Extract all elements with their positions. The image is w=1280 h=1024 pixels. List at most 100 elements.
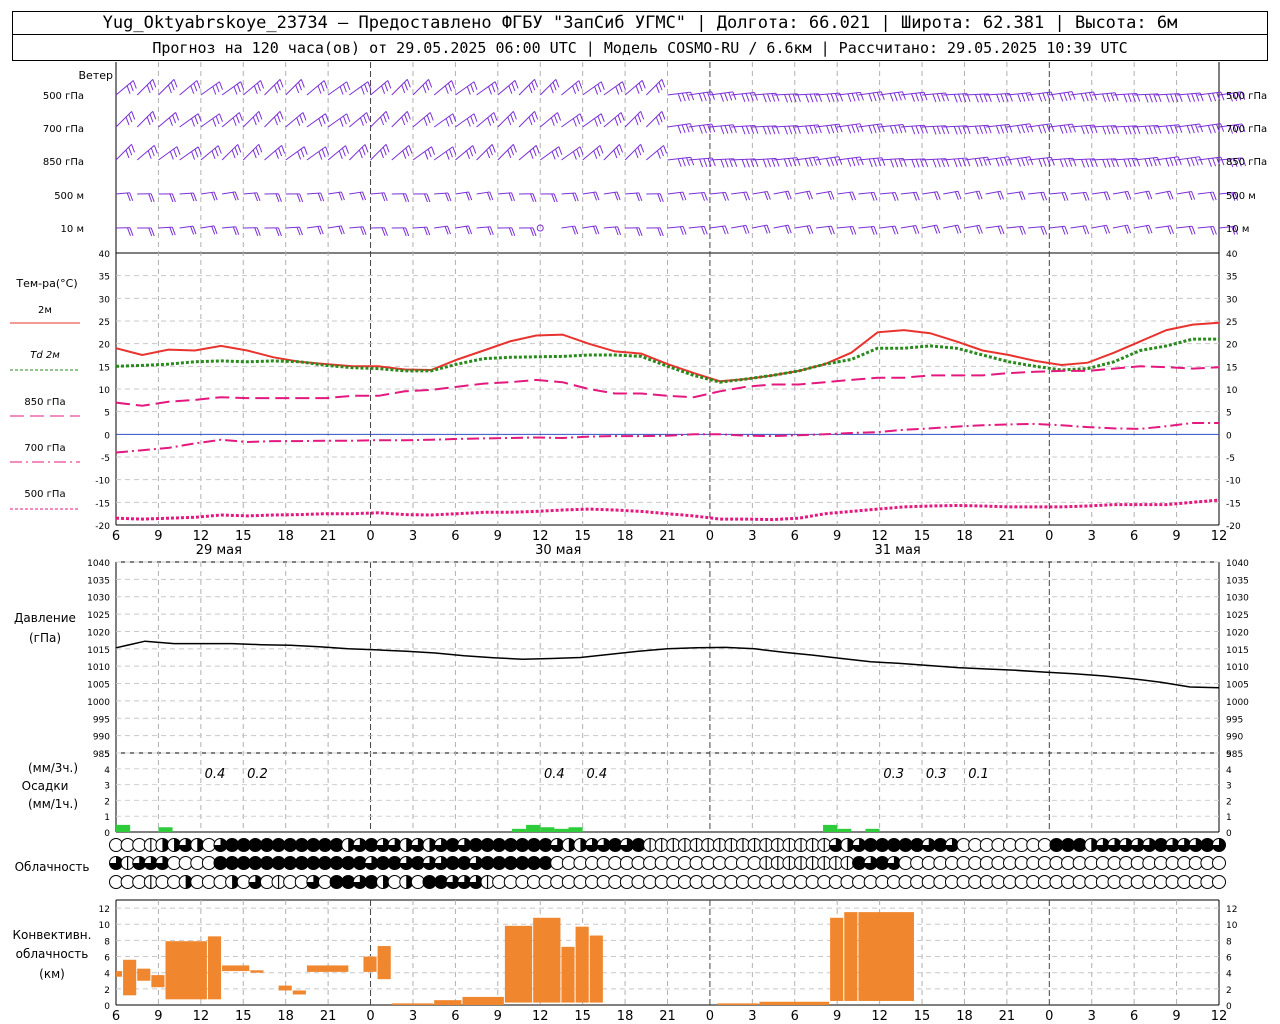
wind-barb-flag [260,80,265,89]
cloud-symbol [1142,856,1157,870]
wind-barb-flag [1085,125,1090,134]
wind-barb-flag [686,157,690,166]
wind-barb-shaft [179,80,198,96]
cloud-symbol [898,875,913,889]
wind-barb-flag [380,149,384,159]
cloud-symbol [120,838,135,852]
wind-barb-flag [1085,225,1090,234]
precip-tick-right: 0 [1226,829,1232,839]
wind-barb-flag [529,150,534,159]
cloud-symbol [666,875,681,889]
wind-level-label: 500 гПа [43,91,84,102]
wind-barb-shaft [306,113,326,128]
cloud-symbol [376,856,391,870]
precip-bar [865,828,880,832]
wind-barb-flag [364,83,369,93]
wind-barb-flag [838,123,843,133]
wind-barb-flag [978,190,983,200]
wind-barb-flag [677,158,682,167]
cloud-symbol [1049,875,1064,889]
wind-barb-flag [663,145,668,154]
conv-tick-right: 12 [1226,905,1237,915]
wind-barb-flag [724,125,729,134]
cloud-symbol [712,856,727,870]
wind-barb-flag [1148,125,1153,135]
cloud-symbol [1212,856,1226,870]
wind-barb-flag [466,150,470,159]
wind-barb-flag [1071,91,1076,100]
wind-barb-flag [784,126,788,135]
wind-barb-flag [720,125,725,135]
cloud-symbol [283,838,298,852]
wind-barb-flag [1170,225,1175,234]
wind-barb-flag [1080,125,1085,135]
wind-barb-flag [880,91,885,100]
wind-barb-flag [911,159,916,168]
convective-bar [575,926,589,1003]
cloud-symbol [492,838,507,852]
wind-barb-shaft [200,145,219,161]
wind-barb-flag [851,157,856,167]
cloud-symbol [155,875,170,889]
wind-barb-flag [1016,125,1021,134]
wind-barb-flag [363,114,368,124]
wind-barb-flag [1021,226,1026,235]
wind-barb-flag [979,125,984,135]
pres-tick-left: 1000 [87,698,110,708]
wind-barb-flag [1025,157,1030,166]
wind-barb-flag [358,149,363,159]
cloud-symbol [201,875,216,889]
wind-barb-flag [792,157,797,167]
wind-barb-flag [897,92,902,101]
cloud-symbol [631,838,646,852]
wind-barb-flag [252,116,257,126]
wind-barb-flag [252,149,257,159]
convective-bar [165,941,207,1000]
wind-barb-flag [711,123,716,133]
wind-barb-flag [169,151,174,160]
cloud-symbol [526,838,541,852]
wind-barb-flag [507,149,512,159]
wind-barb-flag [677,93,682,102]
wind-barb-flag [788,158,793,167]
cloud-symbol [1153,856,1168,870]
temp-tick-right: 0 [1226,431,1232,441]
wind-barb-flag [656,150,661,159]
cloud-symbol [608,838,623,852]
wind-barb-flag [847,93,852,102]
wind-barb-flag [902,91,906,100]
wind-barb-flag [594,118,599,127]
wind-barb-flag [1029,123,1034,132]
wind-barb-flag [382,146,387,156]
wind-barb-flag [685,124,690,133]
wind-barb-flag [534,111,539,120]
wind-barb-flag [703,226,708,235]
temp-legend-label-1: Td 2м [30,350,60,361]
wind-barb-flag [576,115,581,125]
wind-barb-shaft [433,113,454,128]
wind-barb-flag [762,126,767,135]
wind-barb-flag [255,146,260,156]
wind-barb-flag [255,114,260,123]
time-axis-bottom-tick: 21 [659,1009,676,1024]
wind-barb-flag [868,93,873,102]
wind-level-label-right: 500 гПа [1226,91,1267,102]
wind-barb-flag [279,79,284,88]
wind-barb-flag [855,92,860,102]
wind-barb-shaft [306,80,325,96]
wind-barb-flag [1040,192,1045,201]
wind-barb-flag [401,116,406,126]
temp-tick-right: -15 [1226,499,1241,509]
cloud-symbol [1003,875,1018,889]
wind-barb-flag [299,114,304,124]
cloud-symbol [608,856,623,870]
wind-barb-flag [890,159,895,168]
cloud-symbol [1177,875,1192,889]
wind-barb-flag [431,146,436,155]
wind-barb-flag [472,145,477,154]
wind-barb-flag [682,226,687,235]
temp-tick-right: 35 [1226,273,1237,283]
cloud-symbol [991,875,1006,889]
wind-barb-flag [469,147,474,157]
precip-amount-label: 0.4 [544,767,565,782]
